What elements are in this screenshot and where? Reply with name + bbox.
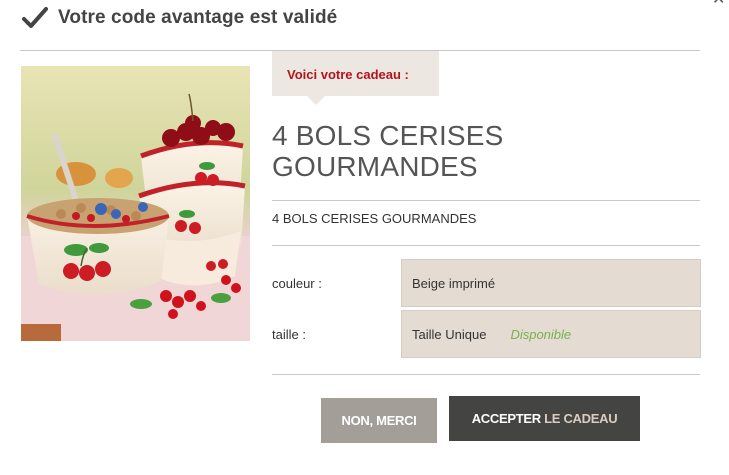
size-label: taille : [272,327,306,342]
gift-tab: Voici votre cadeau : [272,51,439,105]
checkmark-icon [22,7,48,28]
size-select[interactable]: Taille Unique Disponible [401,310,701,358]
accept-label-accent: LE CADEAU [544,411,618,426]
header-title: Votre code avantage est validé [58,7,338,28]
size-value: Taille Unique [412,326,487,342]
gift-tab-pointer [307,96,325,105]
product-title: 4 BOLS CERISES GOURMANDES [272,120,692,182]
gift-tab-label: Voici votre cadeau : [287,67,409,82]
divider [272,200,700,201]
product-image [21,66,250,341]
product-subtitle: 4 BOLS CERISES GOURMANDES [272,211,477,226]
product-title-line1: 4 BOLS CERISES [272,120,504,151]
close-icon[interactable]: ✕ [712,0,728,8]
accept-label: ACCEPTER [471,411,541,426]
accept-gift-button[interactable]: ACCEPTER LE CADEAU [449,396,640,441]
color-label: couleur : [272,276,322,291]
decline-button[interactable]: NON, MERCI [321,398,437,443]
divider [272,245,700,246]
availability-status: Disponible [510,326,572,342]
color-value: Beige imprimé [412,275,496,291]
divider [272,374,700,375]
color-select[interactable]: Beige imprimé [401,259,701,307]
product-title-line2: GOURMANDES [272,151,478,182]
confirmation-header: Votre code avantage est validé [22,6,337,30]
